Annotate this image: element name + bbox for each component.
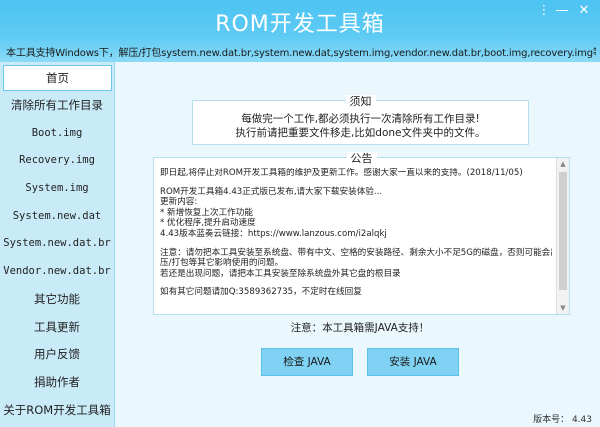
announcement-title: 公告 — [346, 152, 377, 165]
minimize-button[interactable]: — — [552, 2, 572, 20]
announcement-line: 若还是出现问题，请把本工具安装至除系统盘外其它盘的根目录 — [160, 268, 401, 279]
sidebar-item-clear-workdirs[interactable]: 清除所有工作目录 — [0, 92, 114, 120]
sidebar-item-about[interactable]: 关于ROM开发工具箱 — [0, 397, 114, 425]
notice-title: 须知 — [345, 95, 376, 108]
announcement-line: * 新增恢复上次工作功能 — [160, 207, 253, 218]
announcement-line: * 优化程序,提升启动速度 — [160, 218, 256, 229]
menu-icon[interactable]: ⋮ — [534, 2, 554, 20]
sidebar-item-system-img[interactable]: System.img — [0, 175, 114, 203]
announcement-line: 如有其它问题请加Q:3589362735，不定时在线回复 — [160, 287, 362, 298]
sidebar: 首页 清除所有工作目录 Boot.img Recovery.img System… — [0, 62, 115, 427]
sidebar-item-home[interactable]: 首页 — [3, 65, 112, 91]
announcement-text: 即日起,将停止对ROM开发工具箱的维护及更新工作。感谢大家一直以来的支持。(20… — [160, 168, 552, 310]
scroll-thumb[interactable] — [559, 172, 567, 290]
announcement-line: 更新内容: — [160, 197, 198, 208]
sidebar-item-system-new-dat[interactable]: System.new.dat — [0, 203, 114, 231]
sidebar-item-vendor-new-dat-br[interactable]: Vendor.new.dat.br — [0, 258, 114, 286]
announcement-line: ROM开发工具箱4.43正式版已发布,请大家下载安装体验... — [160, 186, 383, 197]
notice-panel: 须知 每做完一个工作,都必须执行一次清除所有工作目录! 执行前请把重要文件移走,… — [192, 95, 529, 145]
sidebar-item-tool-update[interactable]: 工具更新 — [0, 314, 114, 342]
scroll-up-icon[interactable]: ▲ — [557, 158, 569, 170]
scroll-down-icon[interactable]: ▼ — [557, 302, 569, 314]
close-button[interactable]: ✕ — [574, 2, 594, 20]
install-java-button[interactable]: 安装 JAVA — [367, 348, 459, 376]
check-java-button[interactable]: 检查 JAVA — [261, 348, 353, 376]
version-label: 版本号： 4.43 — [533, 415, 592, 425]
sidebar-item-boot-img[interactable]: Boot.img — [0, 120, 114, 148]
notice-line-2: 执行前请把重要文件移走,比如done文件夹中的文件。 — [235, 127, 486, 139]
announcement-line: 注意：请勿把本工具安装至系统盘、带有中文、空格的安装路径、剩余大小不足5G的磁盘… — [160, 247, 552, 258]
sidebar-item-recovery-img[interactable]: Recovery.img — [0, 147, 114, 175]
announcement-line: 压/打包等其它影响使用的问题。 — [160, 258, 284, 269]
notice-line-1: 每做完一个工作,都必须执行一次清除所有工作目录! — [241, 113, 480, 125]
title-bar: ROM开发工具箱 ⋮ — ✕ 本工具支持Windows下，解压/打包system… — [0, 0, 600, 62]
sidebar-item-other-functions[interactable]: 其它功能 — [0, 286, 114, 314]
announcement-line: 即日起,将停止对ROM开发工具箱的维护及更新工作。感谢大家一直以来的支持。(20… — [160, 168, 523, 178]
app-title: ROM开发工具箱 — [215, 12, 385, 37]
announcement-line: 4.43版本蓝奏云链接：https://www.lanzous.com/i2al… — [160, 228, 387, 239]
announcement-scrollbar[interactable]: ▲ ▼ — [556, 158, 569, 314]
sidebar-item-feedback[interactable]: 用户反馈 — [0, 341, 114, 369]
announcement-panel: 公告 即日起,将停止对ROM开发工具箱的维护及更新工作。感谢大家一直以来的支持。… — [153, 152, 570, 315]
sidebar-item-donate[interactable]: 捐助作者 — [0, 369, 114, 397]
sidebar-item-system-new-dat-br[interactable]: System.new.dat.br — [0, 230, 114, 258]
java-requirement-note: 注意：本工具箱需JAVA支持！ — [290, 322, 430, 334]
app-description: 本工具支持Windows下，解压/打包system.new.dat.br,sys… — [6, 48, 596, 59]
